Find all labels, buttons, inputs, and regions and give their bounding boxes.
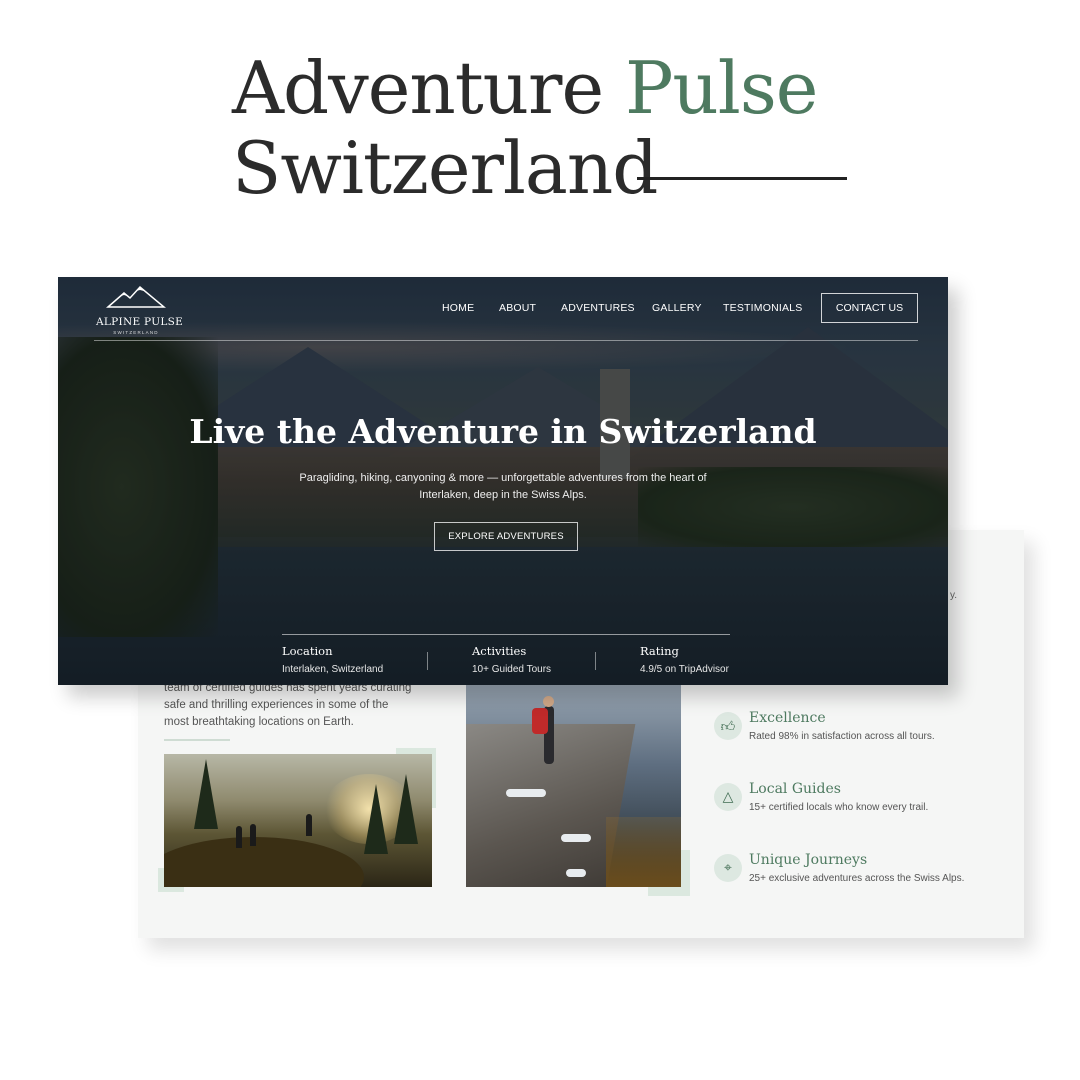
feature-desc: 25+ exclusive adventures across the Swis… <box>749 873 965 884</box>
showcase-title-accent: Pulse <box>624 46 818 130</box>
stat-separator <box>595 652 596 670</box>
about-edge-text: y. <box>950 590 958 601</box>
stat-value: 4.9/5 on TripAdvisor <box>640 664 729 675</box>
stat-location: Location Interlaken, Switzerland <box>282 644 383 675</box>
stat-separator <box>427 652 428 670</box>
stat-rating: Rating 4.9/5 on TripAdvisor <box>640 644 729 675</box>
forest-hikers-photo <box>164 754 432 887</box>
showcase-title: Adventure Pulse Switzerland <box>232 52 818 210</box>
stat-activities: Activities 10+ Guided Tours <box>472 644 551 675</box>
showcase-title-line1: Adventure Pulse <box>232 52 818 124</box>
title-decorative-rule <box>637 177 847 180</box>
hero-section: ALPINE PULSE SWITZERLAND HOME ABOUT ADVE… <box>58 277 948 685</box>
nav-link-testimonials[interactable]: TESTIMONIALS <box>723 302 802 314</box>
map-pin-icon: ⌖ <box>714 854 742 882</box>
feature-title: Local Guides <box>749 781 841 797</box>
mountain-outline-icon: △ <box>714 783 742 811</box>
showcase-title-line2: Switzerland <box>232 126 658 210</box>
mountain-hiker-photo <box>466 684 681 887</box>
feature-title: Excellence <box>749 710 826 726</box>
nav-link-adventures[interactable]: ADVENTURES <box>561 302 635 314</box>
stat-value: Interlaken, Switzerland <box>282 664 384 675</box>
stat-label: Activities <box>472 644 527 658</box>
stat-label: Location <box>282 644 333 658</box>
feature-title: Unique Journeys <box>749 852 868 868</box>
feature-desc: Rated 98% in satisfaction across all tou… <box>749 731 935 742</box>
stat-label: Rating <box>640 644 679 658</box>
feature-desc: 15+ certified locals who know every trai… <box>749 802 929 813</box>
contact-us-button[interactable]: CONTACT US <box>821 293 918 323</box>
thumbs-up-icon: 👍︎ <box>714 712 742 740</box>
hero-subtitle: Paragliding, hiking, canyoning & more — … <box>299 472 707 501</box>
nav-link-gallery[interactable]: GALLERY <box>652 302 702 314</box>
explore-adventures-button[interactable]: EXPLORE ADVENTURES <box>434 522 578 551</box>
stat-value: 10+ Guided Tours <box>472 664 552 675</box>
site-logo[interactable]: ALPINE PULSE SWITZERLAND <box>96 285 184 335</box>
logo-subtitle: SWITZERLAND <box>113 330 159 335</box>
about-paragraph: team of certified guides has spent years… <box>164 682 412 728</box>
nav-link-about[interactable]: ABOUT <box>499 302 536 314</box>
stats-divider <box>282 634 730 635</box>
nav-divider <box>94 340 918 341</box>
showcase-title-part1: Adventure <box>232 46 604 130</box>
about-divider <box>164 739 230 741</box>
mountain-icon <box>106 285 167 308</box>
logo-name: ALPINE PULSE <box>96 316 184 328</box>
hero-title: Live the Adventure in Switzerland <box>189 412 817 451</box>
nav-link-home[interactable]: HOME <box>442 302 474 314</box>
